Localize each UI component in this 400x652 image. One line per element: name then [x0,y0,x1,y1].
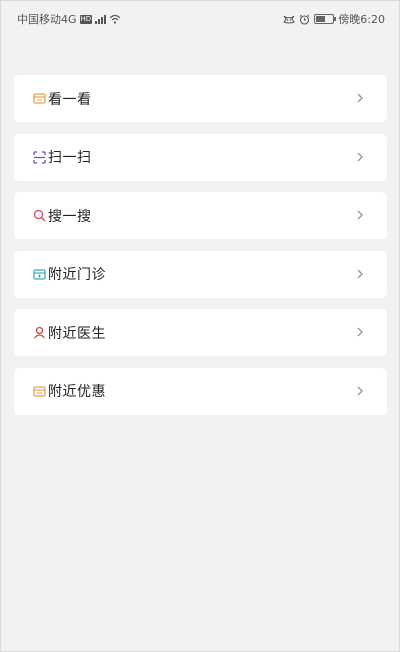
carrier-label: 中国移动4G [17,13,77,26]
menu-item-label: 附近门诊 [48,267,106,283]
chevron-right-icon [357,210,363,220]
signal-icon [95,14,107,24]
search-icon [33,209,46,222]
clock-label: 傍晚6:20 [338,13,385,26]
menu-item-nearby-discount[interactable]: 附近优惠 [14,367,387,415]
menu-item-label: 附近优惠 [48,384,106,400]
doctor-icon [33,326,46,339]
status-bar: 中国移动4G HD 傍晚6:20 [1,1,399,35]
hd-icon: HD [79,14,93,24]
phone-screen: 中国移动4G HD 傍晚6:20 看一看 扫一扫 搜一搜 附近门诊 附近医生 附… [0,0,400,652]
chevron-right-icon [357,93,363,103]
alarm-icon [299,14,310,25]
notification-cat-icon [283,15,296,24]
menu-item-label: 附近医生 [48,325,106,342]
menu-list: 看一看 扫一扫 搜一搜 附近门诊 附近医生 附近优惠 [14,75,387,426]
chevron-right-icon [357,386,363,395]
menu-item-scan[interactable]: 扫一扫 [14,133,387,181]
clinic-icon [33,268,46,281]
menu-item-label: 扫一扫 [48,150,92,166]
menu-item-label: 看一看 [48,91,92,108]
wifi-icon [109,14,121,24]
battery-icon [314,14,337,24]
scan-icon [33,150,46,164]
chevron-right-icon [357,152,363,161]
coupon-icon [33,385,46,398]
menu-item-look[interactable]: 看一看 [14,75,387,122]
menu-item-label: 搜一搜 [48,208,92,225]
chevron-right-icon [357,327,363,337]
menu-item-nearby-clinic[interactable]: 附近门诊 [14,250,387,298]
status-right: 傍晚6:20 [283,11,385,27]
status-left: 中国移动4G HD [17,11,121,27]
menu-item-nearby-doctor[interactable]: 附近医生 [14,309,387,356]
menu-item-search[interactable]: 搜一搜 [14,192,387,239]
calendar-icon [33,92,46,105]
chevron-right-icon [357,269,363,278]
